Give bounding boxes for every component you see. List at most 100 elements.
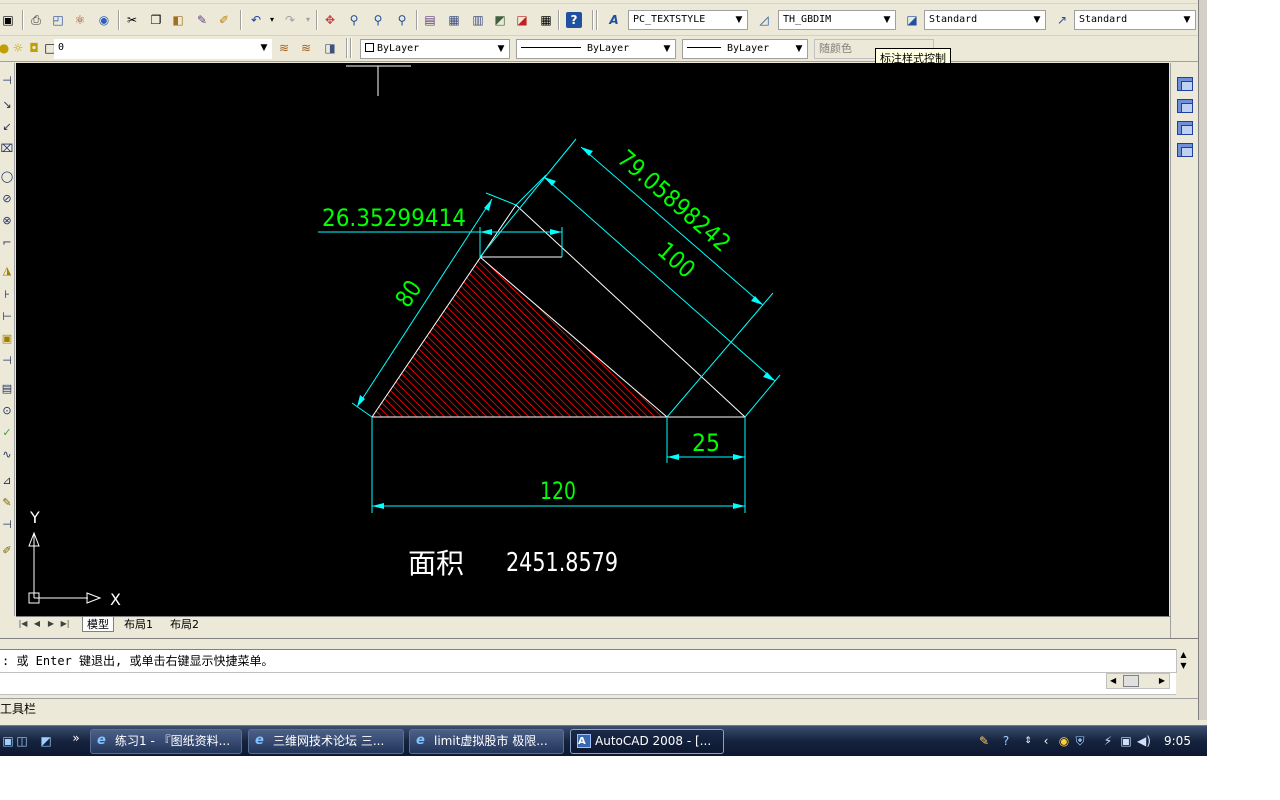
redo-icon[interactable]: ↷ (282, 12, 298, 28)
design-center-icon[interactable]: ▦ (446, 12, 462, 28)
table-style-icon[interactable]: ◪ (904, 12, 920, 28)
hatch-line (124, 243, 314, 433)
quick-launch-window-icon[interactable]: ◫ (14, 733, 30, 749)
scroll-right-icon[interactable]: ▶ (1159, 674, 1165, 688)
polygon-icon[interactable]: ⌧ (0, 141, 14, 157)
properties-icon[interactable]: ▤ (422, 12, 438, 28)
undo-icon[interactable]: ↶ (248, 12, 264, 28)
copy-object-icon[interactable]: ∿ (0, 447, 14, 463)
lineweight-dropdown[interactable]: ByLayer ▼ (682, 39, 808, 59)
multileader-style-icon[interactable]: ↗ (1054, 12, 1070, 28)
block-editor-icon[interactable]: ✐ (216, 12, 232, 28)
color-dropdown[interactable]: ByLayer ▼ (360, 39, 510, 59)
tab-layout2[interactable]: 布局2 (166, 617, 203, 632)
bring-to-front-icon[interactable] (1177, 77, 1193, 91)
layer-previous-icon[interactable]: ≋ (298, 40, 314, 56)
zoom-realtime-icon[interactable]: ⚲ (346, 12, 362, 28)
network-icon[interactable]: ▣ (1118, 733, 1134, 749)
volume-icon[interactable]: ◀) (1136, 733, 1152, 749)
taskbar-button-autocad[interactable]: A AutoCAD 2008 - [... (570, 729, 724, 754)
lineweight-value: ByLayer (727, 43, 770, 54)
help-icon[interactable]: ? (566, 12, 582, 28)
ellipse-icon[interactable]: ⌐ (0, 235, 14, 251)
first-tab-icon[interactable]: |◀ (18, 618, 28, 630)
last-tab-icon[interactable]: ▶| (60, 618, 70, 630)
quick-launch-more-icon[interactable]: » (68, 730, 84, 746)
messenger-icon[interactable]: ◉ (1056, 733, 1072, 749)
drawing-canvas[interactable]: 26.35299414 79.05898242 100 80 25 120 面积… (16, 63, 1169, 616)
layer-states-icon[interactable]: ◨ (322, 40, 338, 56)
redo-dropdown-icon[interactable]: ▾ (300, 12, 316, 28)
publish-web-icon[interactable]: ◉ (96, 12, 112, 28)
layer-dropdown[interactable]: 0 ▼ (54, 39, 272, 59)
next-tab-icon[interactable]: ▶ (46, 618, 56, 630)
security-icon[interactable]: ⛨ (1072, 733, 1088, 749)
gradient-icon[interactable]: ▣ (0, 331, 14, 347)
layer-freeze-icon[interactable]: ☼ (10, 40, 26, 56)
polyline-icon[interactable]: ↙ (0, 119, 14, 135)
tool-palettes-icon[interactable]: ▥ (470, 12, 486, 28)
region-icon[interactable]: ⊣ (0, 353, 14, 369)
dim-style-dropdown[interactable]: TH_GBDIM ▼ (778, 10, 896, 30)
power-icon[interactable]: ⚡ (1100, 733, 1116, 749)
save-icon[interactable]: ▣ (0, 12, 16, 28)
cut-icon[interactable]: ✂ (124, 12, 140, 28)
table-style-dropdown[interactable]: Standard ▼ (924, 10, 1046, 30)
taskbar-button-3[interactable]: e limit虚拟股市 极限... (409, 729, 564, 754)
zoom-window-icon[interactable]: ⚲ (370, 12, 386, 28)
publish-icon[interactable]: ⚛ (72, 12, 88, 28)
layer-lock-icon[interactable]: ◘ (26, 40, 42, 56)
tray-options-icon[interactable]: ⇕ (1020, 733, 1036, 749)
taskbar-button-2[interactable]: e 三维网技术论坛 三... (248, 729, 404, 754)
command-input[interactable] (0, 673, 1176, 695)
text-style-icon[interactable]: A (606, 12, 622, 28)
send-to-back-icon[interactable] (1177, 99, 1193, 113)
help-tray-icon[interactable]: ? (998, 733, 1014, 749)
scroll-left-icon[interactable]: ◀ (1110, 674, 1116, 688)
point-icon[interactable]: ⊦ (0, 287, 14, 303)
text-style-dropdown[interactable]: PC_TEXTSTYLE ▼ (628, 10, 748, 30)
zoom-previous-icon[interactable]: ⚲ (394, 12, 410, 28)
tab-layout1[interactable]: 布局1 (120, 617, 157, 632)
line-icon[interactable]: ⊣ (0, 73, 14, 89)
match-properties-icon[interactable]: ✎ (194, 12, 210, 28)
dim-style-icon[interactable]: ◿ (756, 12, 772, 28)
array-icon[interactable]: ⊣ (0, 517, 14, 533)
offset-icon[interactable]: ✎ (0, 495, 14, 511)
calculator-icon[interactable]: ▦ (538, 12, 554, 28)
plot-icon[interactable]: ⎙ (28, 12, 44, 28)
input-method-icon[interactable]: ✎ (976, 733, 992, 749)
tray-expand-icon[interactable]: ‹ (1038, 733, 1054, 749)
bring-above-icon[interactable] (1177, 121, 1193, 135)
mirror-icon[interactable]: ⊿ (0, 473, 14, 489)
multileader-style-dropdown[interactable]: Standard ▼ (1074, 10, 1196, 30)
erase-icon[interactable]: ✓ (0, 425, 14, 441)
send-under-icon[interactable] (1177, 143, 1193, 157)
horizontal-scrollbar[interactable]: ◀ ▶ (1106, 673, 1170, 689)
make-current-layer-icon[interactable]: ≋ (276, 40, 292, 56)
scroll-thumb[interactable] (1123, 675, 1139, 687)
command-scrollbar[interactable]: ▲ ▼ (1176, 649, 1190, 673)
previous-tab-icon[interactable]: ◀ (32, 618, 42, 630)
markup-icon[interactable]: ◪ (514, 12, 530, 28)
undo-dropdown-icon[interactable]: ▾ (264, 12, 280, 28)
insert-block-icon[interactable]: ◮ (0, 263, 14, 279)
hatch-line (372, 257, 413, 417)
tab-model[interactable]: 模型 (82, 617, 114, 632)
copy-icon[interactable]: ❐ (148, 12, 164, 28)
paste-icon[interactable]: ◧ (170, 12, 186, 28)
spline-icon[interactable]: ⊗ (0, 213, 14, 229)
table-icon[interactable]: ▤ (0, 381, 14, 397)
pan-icon[interactable]: ✥ (322, 12, 338, 28)
hatch-icon[interactable]: ⊢ (0, 309, 14, 325)
taskbar-button-1[interactable]: e 练习1 - 『图纸资料... (90, 729, 242, 754)
construction-line-icon[interactable]: ↘ (0, 97, 14, 113)
revision-cloud-icon[interactable]: ⊘ (0, 191, 14, 207)
move-icon[interactable]: ✐ (0, 543, 14, 559)
plot-preview-icon[interactable]: ◰ (50, 12, 66, 28)
linetype-dropdown[interactable]: ByLayer ▼ (516, 39, 676, 59)
circle-icon[interactable]: ◯ (0, 169, 14, 185)
mtext-icon[interactable]: ⊙ (0, 403, 14, 419)
sheet-set-icon[interactable]: ◩ (492, 12, 508, 28)
quick-launch-app-icon[interactable]: ◩ (38, 733, 54, 749)
